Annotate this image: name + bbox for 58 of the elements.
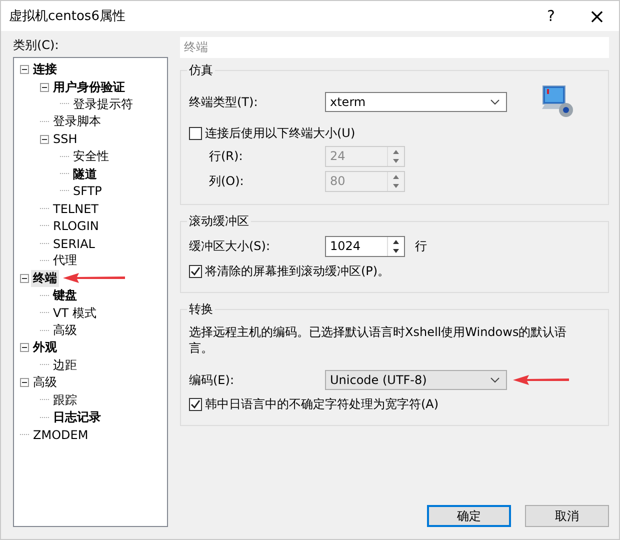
category-label: 类别(C): <box>13 37 60 54</box>
tree-item[interactable]: 高级 <box>31 374 59 392</box>
terminal-type-dropdown[interactable]: xterm <box>325 92 507 112</box>
field-label: 列(O): <box>208 173 245 190</box>
tree-item[interactable]: 外观 <box>31 339 59 356</box>
tree-item[interactable]: 登录提示符 <box>71 96 135 113</box>
tree-item[interactable]: 代理 <box>51 252 79 270</box>
tree-item[interactable]: SSH <box>51 132 80 146</box>
tree-item[interactable]: SFTP <box>71 184 104 198</box>
push-cleared-checkbox[interactable]: 将清除的屏幕推到滚动缓冲区(P)。 <box>189 263 600 280</box>
tree-item[interactable]: ZMODEM <box>31 428 90 442</box>
tree-item[interactable]: 隧道 <box>71 166 99 183</box>
checkmark-icon <box>190 266 201 277</box>
encoding-dropdown[interactable]: Unicode (UTF-8) <box>325 370 507 390</box>
tree-item[interactable]: 安全性 <box>71 148 111 166</box>
collapse-icon[interactable] <box>20 343 29 352</box>
window-title: 虚拟机centos6属性 <box>9 8 126 25</box>
tree-item[interactable]: 边距 <box>51 356 79 374</box>
cjk-wide-checkbox[interactable]: 韩中日语言中的不确定字符处理为宽字符(A) <box>189 396 600 413</box>
page-header: 终端 <box>180 37 609 58</box>
field-label: 行(R): <box>208 148 244 165</box>
chevron-icon <box>490 99 500 105</box>
help-button[interactable]: ? <box>529 1 573 31</box>
group-title: 滚动缓冲区 <box>188 213 250 230</box>
tree-item[interactable]: 跟踪 <box>51 392 79 409</box>
collapse-icon[interactable] <box>20 65 29 74</box>
tree-item[interactable]: VT 模式 <box>51 304 98 322</box>
description-text: 选择远程主机的编码。已选择默认语言时Xshell使用Windows的默认语言。 <box>189 324 568 356</box>
group-title: 仿真 <box>188 62 214 79</box>
field-label: 终端类型(T): <box>189 94 259 110</box>
tree-item[interactable]: TELNET <box>51 202 100 216</box>
tree-item[interactable]: 登录脚本 <box>51 113 103 130</box>
use-size-checkbox[interactable]: 连接后使用以下终端大小(U) <box>189 125 600 142</box>
buffer-size-spinner[interactable]: 1024 <box>325 236 405 257</box>
annotation-arrow <box>63 273 125 284</box>
ok-button[interactable]: 确定 <box>427 505 511 527</box>
cancel-button[interactable]: 取消 <box>525 505 609 527</box>
tree-item[interactable]: 高级 <box>51 322 79 340</box>
field-label: 编码(E): <box>189 372 235 388</box>
tree-item[interactable]: 终端 <box>31 270 59 287</box>
tree-item[interactable]: 日志记录 <box>51 409 103 426</box>
field-label: 缓冲区大小(S): <box>189 238 272 255</box>
tree-item[interactable]: 用户身份验证 <box>51 78 127 96</box>
annotation-arrow <box>513 375 569 385</box>
tree-item[interactable]: RLOGIN <box>51 219 101 234</box>
collapse-icon[interactable] <box>20 274 29 283</box>
group-title: 转换 <box>188 301 214 318</box>
close-button[interactable]: × <box>575 1 619 31</box>
chevron-icon <box>490 377 500 383</box>
checkmark-icon <box>190 399 201 410</box>
collapse-icon[interactable] <box>20 378 29 388</box>
collapse-icon[interactable] <box>40 82 49 92</box>
tree-item[interactable]: SERIAL <box>51 236 97 251</box>
tree-item[interactable]: 键盘 <box>51 287 79 304</box>
unit-label: 行 <box>415 238 427 255</box>
monitor-gear-icon <box>541 85 575 119</box>
tree-item[interactable]: 连接 <box>31 61 59 78</box>
collapse-icon[interactable] <box>40 134 49 144</box>
